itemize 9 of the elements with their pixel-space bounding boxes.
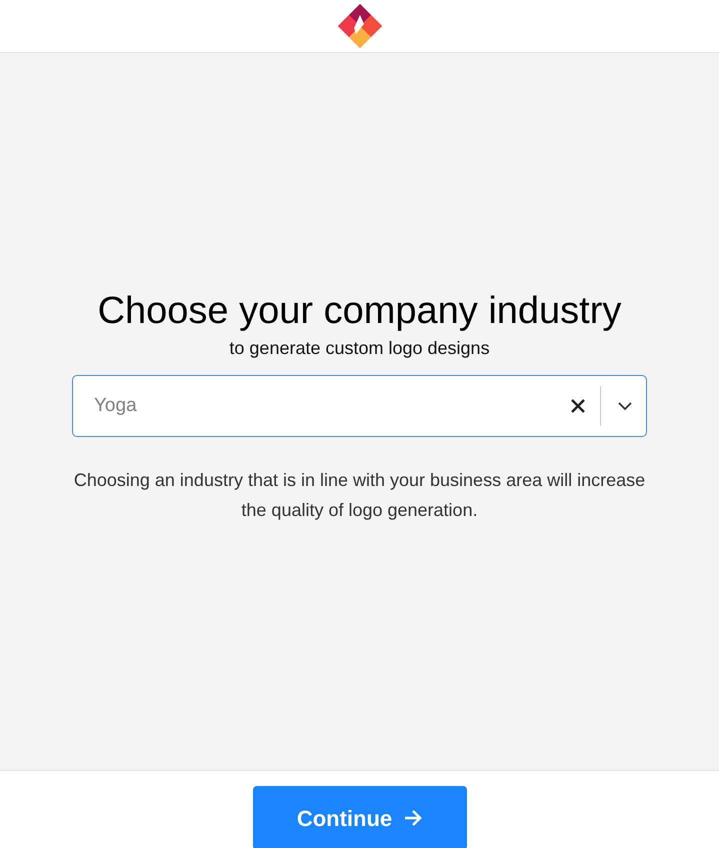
hint-text: Choosing an industry that is in line with your business area will increase the quality of logo generation. — [72, 469, 646, 522]
industry-select[interactable]: Yoga — [72, 375, 647, 437]
page-heading: Choose your company industry — [98, 289, 622, 333]
industry-value[interactable]: Yoga — [94, 392, 570, 420]
continue-button[interactable]: Continue — [252, 786, 466, 848]
page-subheading: to generate custom logo designs — [229, 337, 490, 360]
clear-icon[interactable] — [570, 398, 586, 414]
chevron-down-icon[interactable] — [618, 402, 632, 410]
arrow-right-icon — [404, 810, 422, 826]
